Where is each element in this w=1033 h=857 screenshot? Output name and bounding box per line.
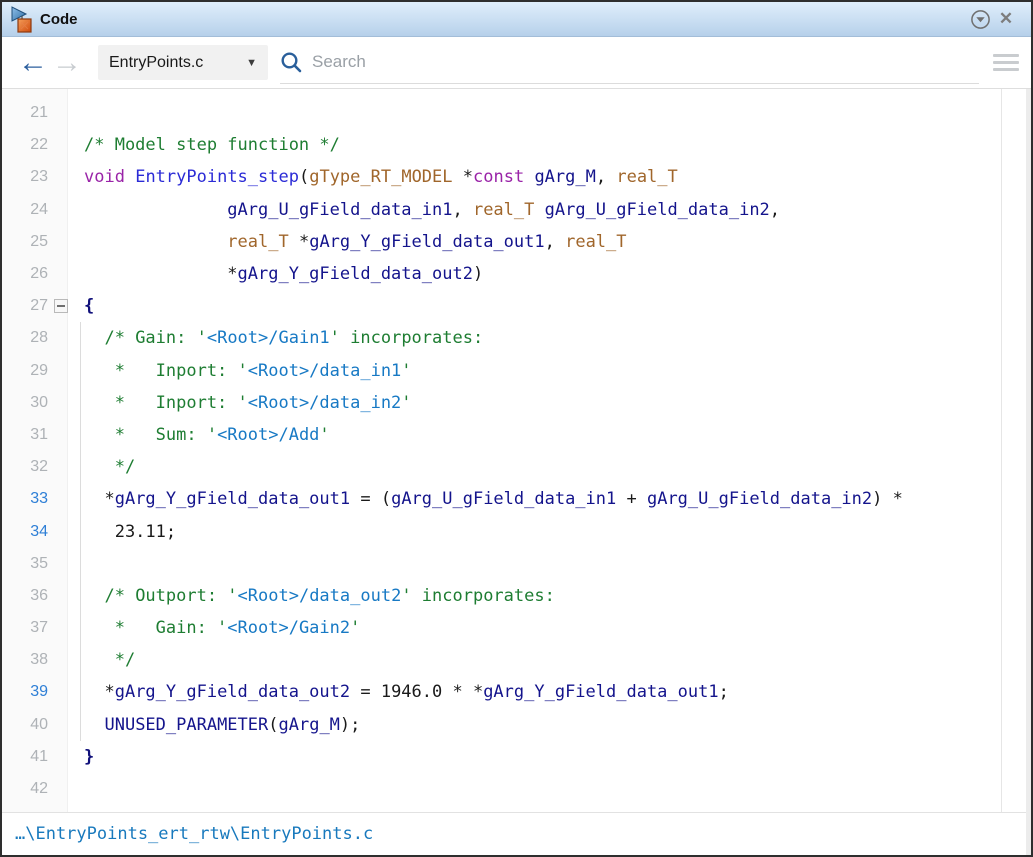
code-editor: 21 22 /* Model step function */ 23 void Entr… (2, 89, 1026, 812)
simulink-code-icon (10, 6, 36, 33)
search-icon (280, 51, 303, 74)
status-bar: …\EntryPoints_ert_rtw\EntryPoints.c (2, 812, 1026, 855)
line-number[interactable]: 25 (2, 233, 48, 251)
code-text: */ (84, 457, 135, 477)
code-line: 21 (2, 97, 1001, 129)
line-number[interactable]: 39 (2, 683, 48, 701)
window-menu-button[interactable] (967, 6, 993, 32)
forward-arrow-icon: → (52, 48, 82, 78)
hamburger-icon (993, 68, 1019, 71)
code-window: Code ✕ ← → EntryPoints.c ▼ (0, 0, 1033, 857)
code-lines: 21 22 /* Model step function */ 23 void Entr… (2, 97, 1001, 805)
line-number[interactable]: 22 (2, 136, 48, 154)
code-line: 39 *gArg_Y_gField_data_out2 = 1946.0 * *… (2, 676, 1001, 708)
line-number[interactable]: 35 (2, 555, 48, 573)
line-number[interactable]: 23 (2, 168, 48, 186)
code-text: void EntryPoints_step(gType_RT_MODEL *co… (84, 167, 678, 187)
code-line: 32 */ (2, 451, 1001, 483)
line-number[interactable]: 42 (2, 780, 48, 798)
code-line: 41} (2, 741, 1001, 773)
line-number[interactable]: 38 (2, 651, 48, 669)
code-text: * Inport: '<Root>/data_in2' (84, 393, 412, 413)
line-number[interactable]: 37 (2, 619, 48, 637)
code-line: 36 /* Outport: '<Root>/data_out2' incorp… (2, 580, 1001, 612)
code-line: 40 UNUSED_PARAMETER(gArg_M); (2, 709, 1001, 741)
line-number[interactable]: 30 (2, 394, 48, 412)
chevron-down-icon: ▼ (246, 57, 257, 69)
back-button[interactable]: ← (16, 46, 50, 80)
line-number[interactable]: 27 (2, 297, 48, 315)
file-path-link[interactable]: …\EntryPoints_ert_rtw\EntryPoints.c (15, 824, 373, 844)
code-line: 37 * Gain: '<Root>/Gain2' (2, 612, 1001, 644)
code-text: * Gain: '<Root>/Gain2' (84, 618, 360, 638)
code-line: 23 void EntryPoints_step(gType_RT_MODEL *… (2, 161, 1001, 193)
line-number[interactable]: 21 (2, 104, 48, 122)
code-text: * Sum: '<Root>/Add' (84, 425, 330, 445)
chevron-down-circle-icon (970, 9, 991, 30)
line-number[interactable]: 34 (2, 523, 48, 541)
main-content: 21 22 /* Model step function */ 23 void Entr… (2, 89, 1031, 855)
code-line: 27 { (2, 290, 1001, 322)
code-line: 33 *gArg_Y_gField_data_out1 = (gArg_U_gF… (2, 483, 1001, 515)
line-number[interactable]: 36 (2, 587, 48, 605)
code-line: 25 real_T *gArg_Y_gField_data_out1, real… (2, 226, 1001, 258)
line-number[interactable]: 28 (2, 329, 48, 347)
line-number[interactable]: 24 (2, 201, 48, 219)
code-line: 24 gArg_U_gField_data_in1, real_T gArg_U… (2, 194, 1001, 226)
line-number[interactable]: 32 (2, 458, 48, 476)
code-text: *gArg_Y_gField_data_out2) (84, 264, 483, 284)
line-number[interactable]: 33 (2, 490, 48, 508)
hamburger-icon (993, 61, 1019, 64)
code-text: *gArg_Y_gField_data_out2 = 1946.0 * *gAr… (84, 682, 729, 702)
close-button[interactable]: ✕ (993, 6, 1019, 32)
code-text: { (84, 296, 94, 316)
file-selector-dropdown[interactable]: EntryPoints.c ▼ (98, 45, 268, 80)
code-line: 28 /* Gain: '<Root>/Gain1' incorporates: (2, 322, 1001, 354)
close-icon: ✕ (999, 9, 1013, 29)
code-line: 35 (2, 548, 1001, 580)
code-line: 22 /* Model step function */ (2, 129, 1001, 161)
back-arrow-icon: ← (18, 48, 48, 78)
code-text: * Inport: '<Root>/data_in1' (84, 361, 412, 381)
code-line: 26 *gArg_Y_gField_data_out2) (2, 258, 1001, 290)
code-text: UNUSED_PARAMETER(gArg_M); (84, 715, 360, 735)
code-line: 29 * Inport: '<Root>/data_in1' (2, 355, 1001, 387)
code-line: 30 * Inport: '<Root>/data_in2' (2, 387, 1001, 419)
code-text: /* Outport: '<Root>/data_out2' incorpora… (84, 586, 555, 606)
hamburger-icon (993, 54, 1019, 57)
fold-guide (80, 322, 81, 740)
code-text: gArg_U_gField_data_in1, real_T gArg_U_gF… (84, 200, 780, 220)
code-text: 23.11; (84, 522, 176, 542)
toolbar: ← → EntryPoints.c ▼ (2, 37, 1031, 89)
vertical-scrollbar[interactable] (1001, 89, 1026, 812)
line-number[interactable]: 26 (2, 265, 48, 283)
fold-column (48, 299, 84, 313)
code-text: /* Model step function */ (84, 135, 340, 155)
search-input[interactable] (312, 52, 979, 72)
code-text: } (84, 747, 94, 767)
line-number[interactable]: 40 (2, 716, 48, 734)
code-line: 42 (2, 773, 1001, 805)
code-text: */ (84, 650, 135, 670)
line-number[interactable]: 31 (2, 426, 48, 444)
search-field (280, 42, 979, 84)
code-line: 34 23.11; (2, 515, 1001, 547)
code-text: /* Gain: '<Root>/Gain1' incorporates: (84, 328, 483, 348)
collapse-toggle-icon[interactable] (54, 299, 68, 313)
code-line: 31 * Sum: '<Root>/Add' (2, 419, 1001, 451)
code-text: *gArg_Y_gField_data_out1 = (gArg_U_gFiel… (84, 489, 903, 509)
code-text: real_T *gArg_Y_gField_data_out1, real_T (84, 232, 627, 252)
line-number[interactable]: 29 (2, 362, 48, 380)
forward-button[interactable]: → (50, 46, 84, 80)
menu-button[interactable] (993, 54, 1019, 71)
line-number[interactable]: 41 (2, 748, 48, 766)
file-selector-label: EntryPoints.c (109, 54, 203, 72)
code-line: 38 */ (2, 644, 1001, 676)
window-title: Code (40, 11, 78, 28)
titlebar: Code ✕ (2, 2, 1031, 37)
